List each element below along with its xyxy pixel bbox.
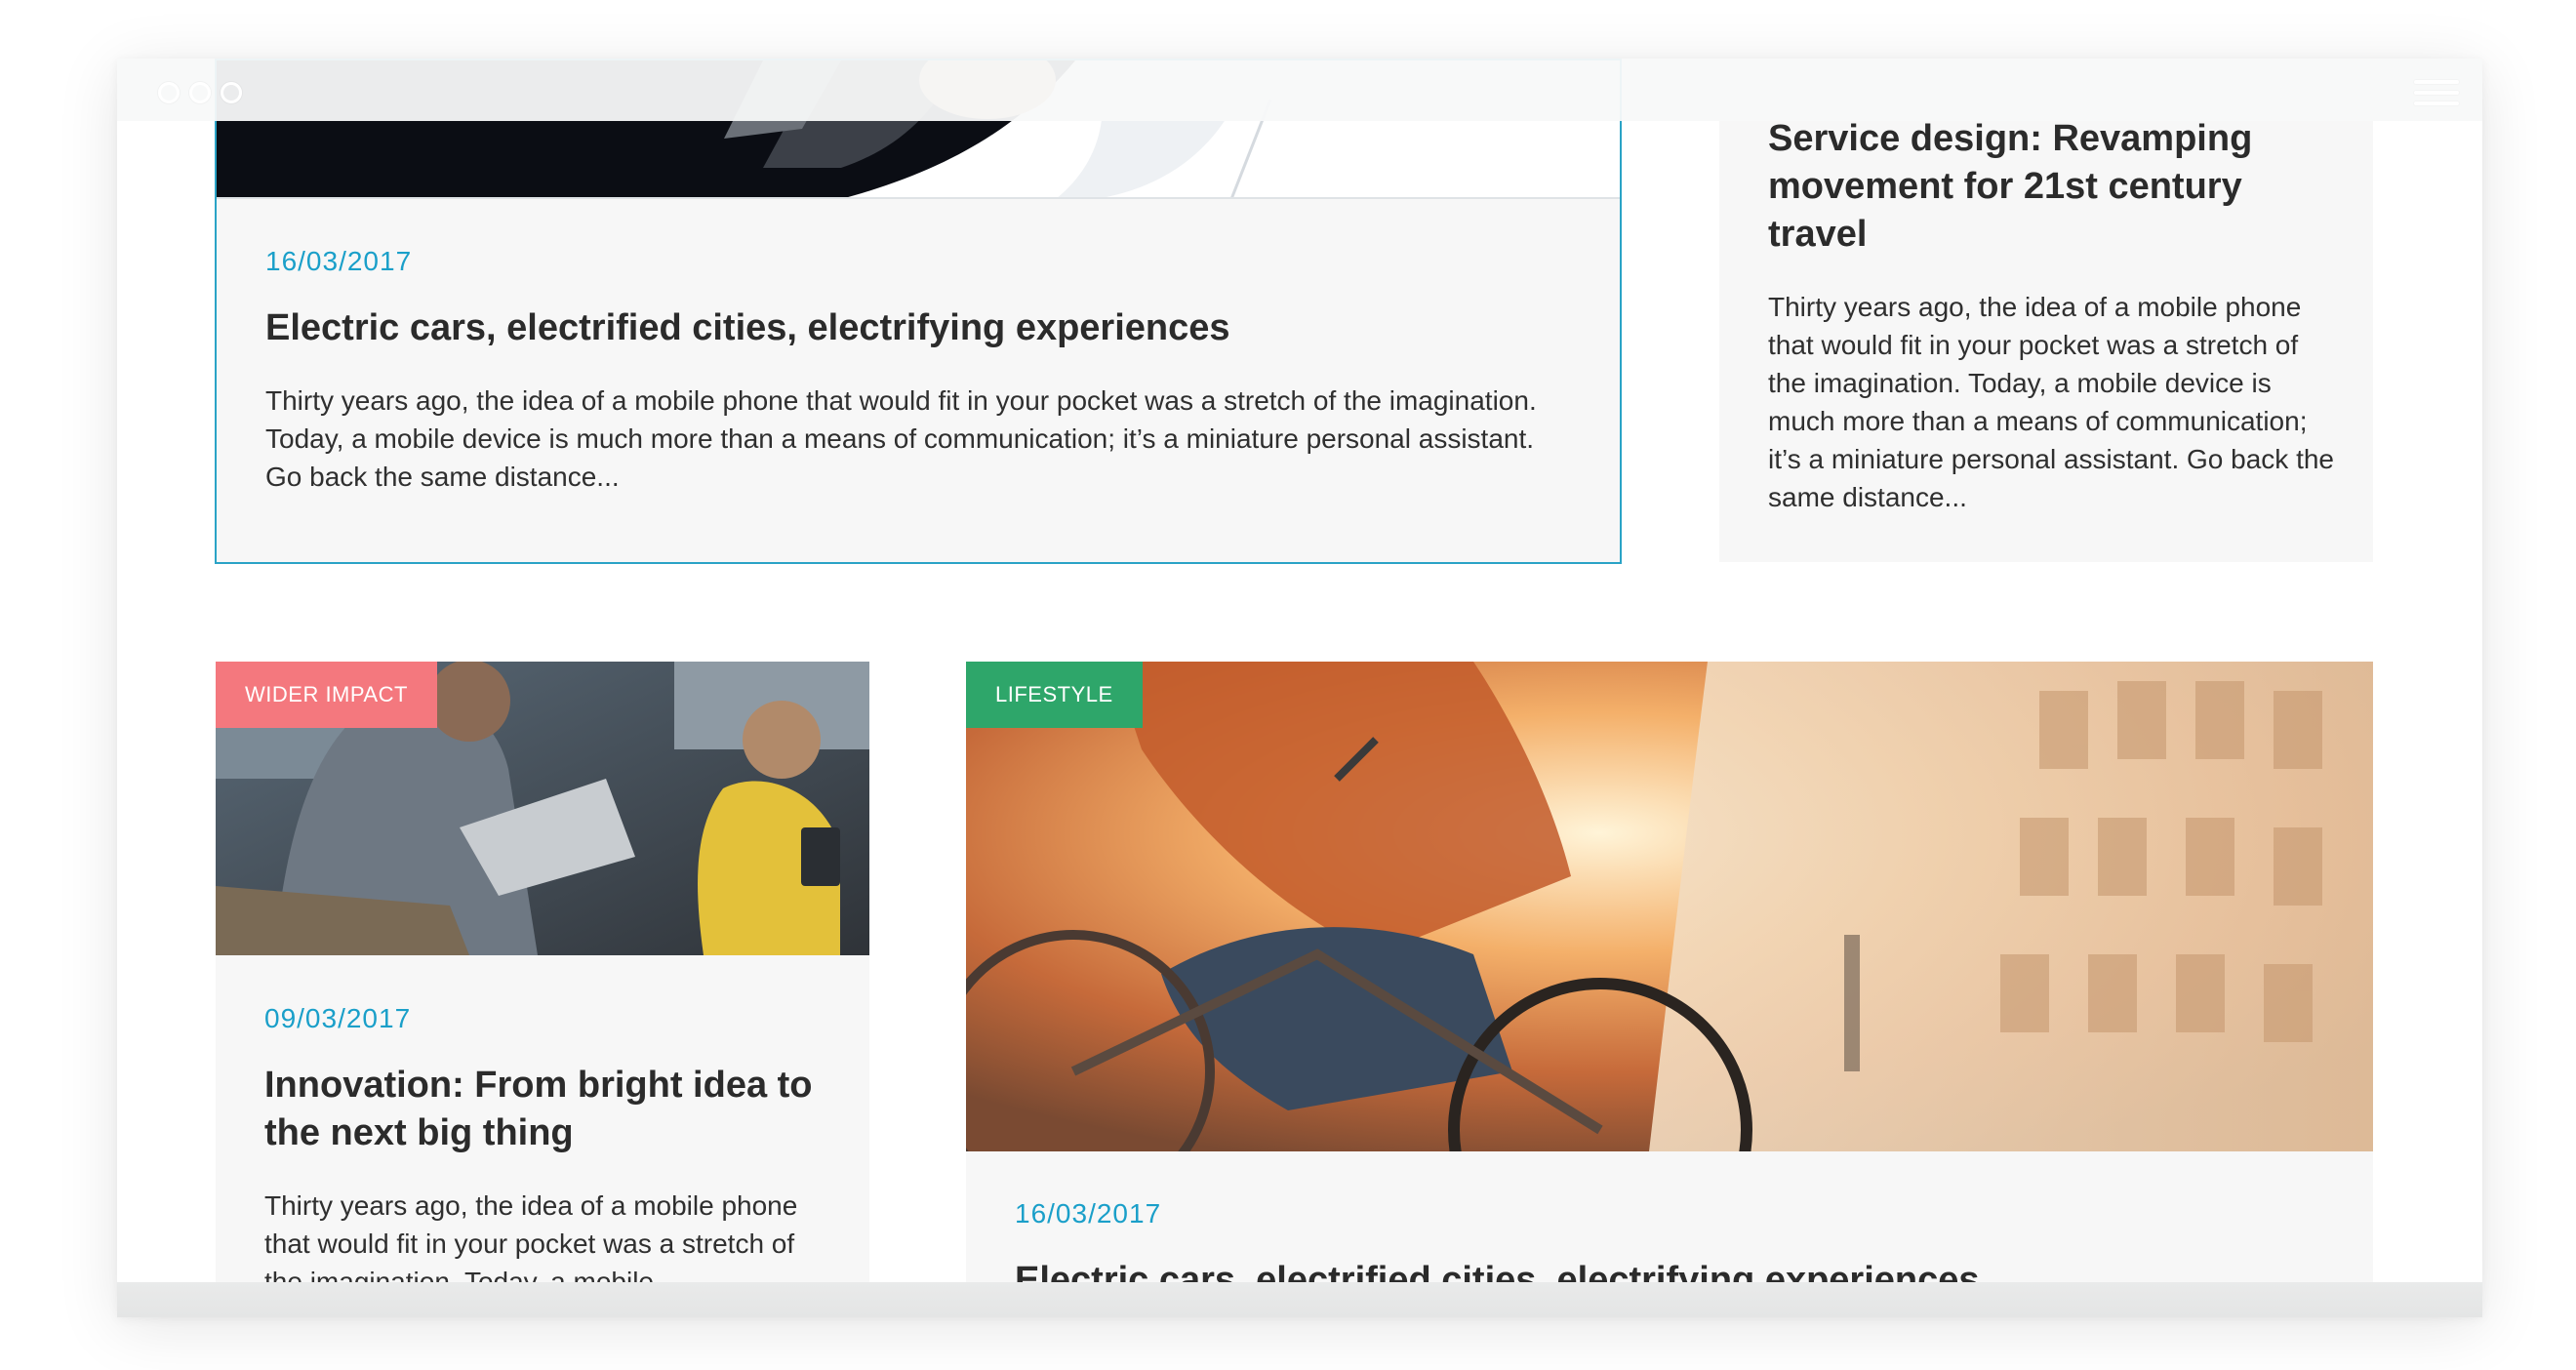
article-excerpt: Thirty years ago, the idea of a mobile p… — [264, 1190, 798, 1282]
article-date: 16/03/2017 — [1015, 1198, 1162, 1229]
article-title[interactable]: Service design: Revamping movement for 2… — [1768, 115, 2334, 259]
article-card-electric-cars[interactable]: 16/03/2017 Electric cars, electrified ci… — [215, 59, 1622, 564]
article-title[interactable]: Electric cars, electrified cities, elect… — [265, 304, 1571, 352]
window-controls — [158, 82, 242, 103]
minimize-window-button[interactable] — [189, 82, 211, 103]
article-date: 16/03/2017 — [265, 246, 413, 276]
hamburger-menu-icon[interactable] — [2414, 80, 2459, 105]
article-excerpt: Thirty years ago, the idea of a mobile p… — [265, 385, 1537, 492]
browser-window: 16/03/2017 Electric cars, electrified ci… — [117, 59, 2482, 1317]
category-tag[interactable]: WIDER IMPACT — [216, 662, 437, 728]
article-title[interactable]: Electric cars, electrified cities, elect… — [1015, 1257, 2324, 1282]
article-title[interactable]: Innovation: From bright idea to the next… — [264, 1062, 830, 1157]
article-card-innovation[interactable]: WIDER IMPACT 09/03/2017 Innovation: From… — [216, 662, 869, 1282]
window-bottom-bar — [117, 1282, 2482, 1317]
close-window-button[interactable] — [158, 82, 180, 103]
window-titlebar — [117, 59, 2482, 121]
article-grid: 16/03/2017 Electric cars, electrified ci… — [117, 59, 2482, 1282]
article-card-service-design[interactable]: Service design: Revamping movement for 2… — [1719, 59, 2373, 562]
article-excerpt: Thirty years ago, the idea of a mobile p… — [1768, 292, 2335, 512]
article-image-cyclist — [966, 662, 2373, 1151]
article-card-lifestyle[interactable]: LIFESTYLE 16/03/2017 Electric cars, elec… — [966, 662, 2373, 1282]
maximize-window-button[interactable] — [221, 82, 242, 103]
article-date: 09/03/2017 — [264, 1003, 412, 1033]
category-tag[interactable]: LIFESTYLE — [966, 662, 1143, 728]
